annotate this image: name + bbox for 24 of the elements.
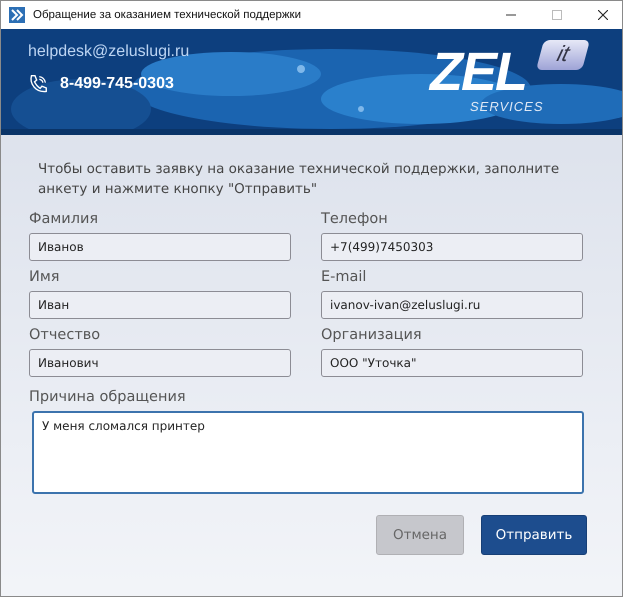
logo-text: ZEL xyxy=(430,45,526,99)
instruction-text: Чтобы оставить заявку на оказание технической поддержки, заполните анкету и нажмите кнопку "Отправить" xyxy=(37,160,560,199)
field-label: Причина обращения xyxy=(29,389,187,407)
logo-subtitle: SERVICES xyxy=(470,99,544,114)
input-field[interactable]: +7(499)7450303 xyxy=(321,233,583,261)
input-field[interactable]: ivanov-ivan@zeluslugi.ru xyxy=(321,291,583,319)
app-icon xyxy=(9,7,25,23)
field-label: Телефон xyxy=(321,211,389,229)
text-area[interactable]: У меня сломался принтер xyxy=(32,411,584,494)
input-field[interactable]: Иван xyxy=(29,291,291,319)
input-field[interactable]: Иванович xyxy=(29,349,291,377)
send-button[interactable]: Отправить xyxy=(481,515,587,555)
email-text: helpdesk@zeluslugi.ru xyxy=(28,43,190,61)
window-title: Обращение за оказанием технической поддержки xyxy=(33,9,302,21)
input-field[interactable]: Иванов xyxy=(29,233,291,261)
field-label: Организация xyxy=(321,327,423,345)
phone-number: 8-499-745-0303 xyxy=(60,75,174,93)
field-label: Фамилия xyxy=(29,211,100,229)
field-label: Отчество xyxy=(29,327,102,345)
field-label: E-mail xyxy=(321,269,368,287)
close-icon[interactable] xyxy=(598,10,608,20)
phone-icon xyxy=(28,74,48,94)
field-label: Имя xyxy=(29,269,61,287)
input-field[interactable]: ООО "Уточка" xyxy=(321,349,583,377)
